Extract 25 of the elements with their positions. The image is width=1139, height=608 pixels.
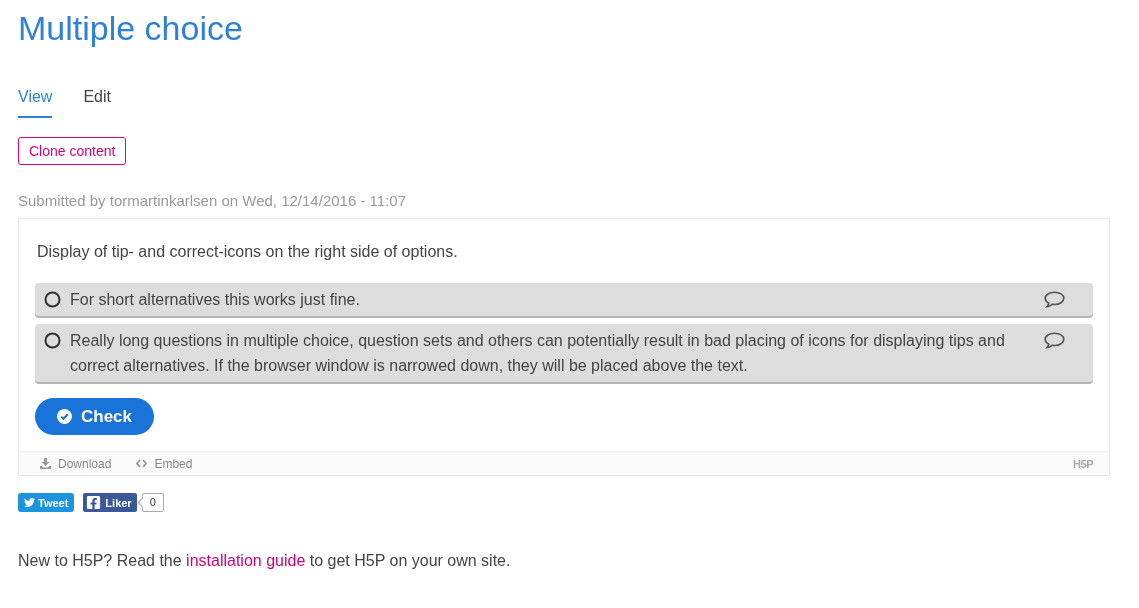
speech-bubble-icon[interactable] [1044,332,1065,349]
speech-bubble-icon[interactable] [1044,291,1065,308]
like-button[interactable]: Liker [83,493,137,512]
tweet-button[interactable]: Tweet [18,493,75,512]
installation-guide-link[interactable]: installation guide [186,552,306,569]
option-text: Really long questions in multiple choice, question sets and others can potentially result in bad placing of icons for displaying tips and correct alternatives. If the browser window is narrowed down, they will be placed above the text. [70,331,1006,376]
clone-content-button[interactable]: Clone content [18,137,127,165]
tab[interactable]: Edit [83,86,111,118]
install-note: New to H5P? Read the installation guide to get H5P on your own site. [18,551,511,571]
answer-option[interactable] [35,324,1093,382]
tab[interactable]: View [18,86,53,118]
logo: H5P [1073,457,1093,470]
code-icon [136,458,148,469]
bird-icon [24,497,35,508]
submitted-by-text: Submitted by tormartinkarlsen on Wed, 12/14/2016 - 11:07 [18,191,406,211]
check-circle-icon [57,409,72,424]
check-button[interactable]: Check [35,398,155,435]
embed-link[interactable]: Embed [136,456,193,471]
letter-f-icon [86,495,102,510]
answer-option[interactable]: For short alternatives this works just fine. [35,283,1093,316]
question-text: Display of tip- and correct-icons on the right side of options. [36,242,458,262]
page-title: Multiple choice [18,8,243,48]
download-link[interactable]: Download [40,456,112,471]
option-text: For short alternatives this works just fine. [70,290,360,310]
download-icon [40,458,51,469]
